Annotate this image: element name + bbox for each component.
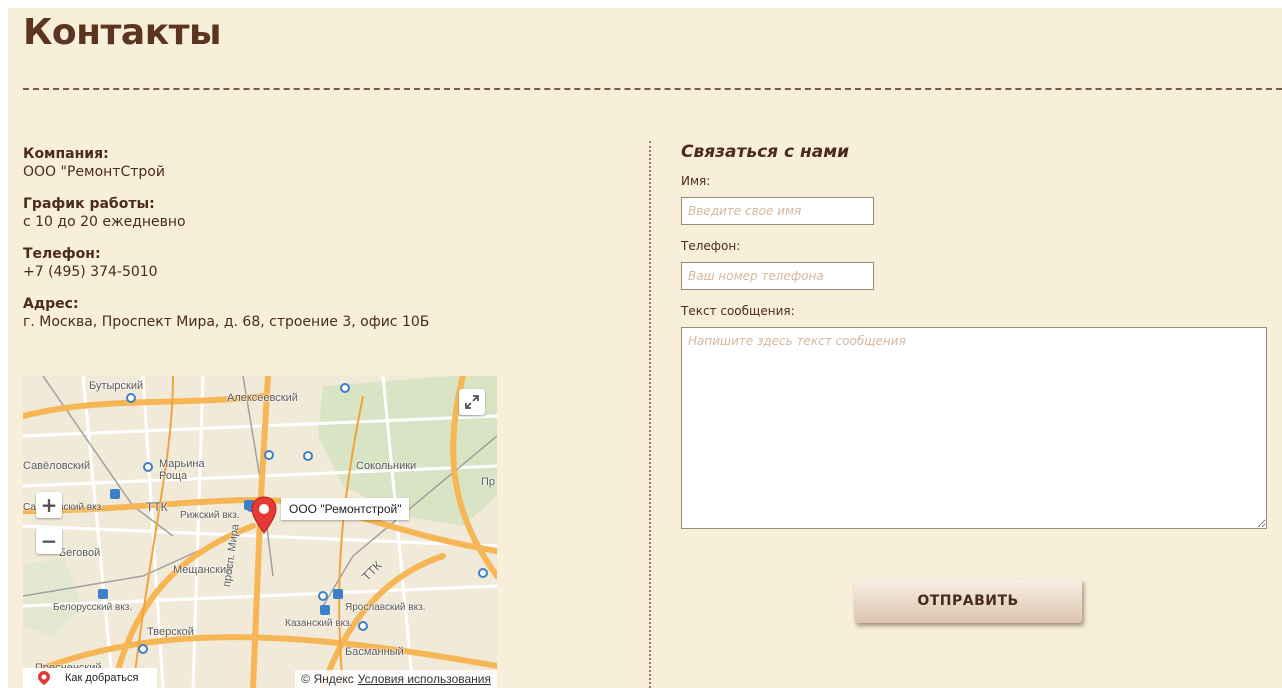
form-title: Связаться с нами bbox=[681, 142, 850, 162]
phone-input-label: Телефон: bbox=[681, 239, 741, 253]
address-block: Адрес: г. Москва, Проспект Мира, д. 68, … bbox=[23, 295, 623, 331]
address-value: г. Москва, Проспект Мира, д. 68, строени… bbox=[23, 314, 430, 330]
column-divider bbox=[649, 141, 651, 688]
expand-icon bbox=[465, 395, 479, 409]
map-label-begovoy: Беговой bbox=[59, 547, 101, 559]
message-textarea[interactable] bbox=[681, 327, 1267, 529]
map-label-tverskoy: Тверской bbox=[147, 626, 194, 638]
address-label: Адрес: bbox=[23, 296, 79, 312]
zoom-in-button[interactable]: + bbox=[36, 492, 62, 518]
map-label-marina-roscha: Марьина Роща bbox=[159, 458, 205, 482]
terms-link[interactable]: Условия использования bbox=[358, 672, 491, 686]
map-pin-label[interactable]: ООО "Ремонтстрой" bbox=[281, 498, 410, 520]
map-label-kazansky-vkz: Казанский вкз. bbox=[285, 618, 353, 629]
map-label-pr: Пр bbox=[481, 476, 496, 488]
map-label-alekseevsky: Алексеевский bbox=[227, 392, 298, 404]
phone-label: Телефон: bbox=[23, 246, 101, 262]
map-label-butyrsky: Бутырский bbox=[89, 380, 144, 392]
company-value: ООО "РемонтСтрой bbox=[23, 164, 165, 180]
map-label-sokolniki: Сокольники bbox=[356, 460, 417, 472]
header-divider bbox=[23, 88, 1282, 90]
map-label-savelovsky: Савёловский bbox=[23, 460, 91, 472]
page-title: Контакты bbox=[23, 12, 222, 53]
yandex-copyright: © Яндекс bbox=[301, 672, 354, 686]
message-label: Текст сообщения: bbox=[681, 304, 795, 318]
map-label-ttk1: ТТК bbox=[146, 500, 168, 514]
phone-block: Телефон: +7 (495) 374-5010 bbox=[23, 245, 623, 281]
submit-button[interactable]: ОТПРАВИТЬ bbox=[854, 579, 1082, 623]
contact-info: Компания: ООО "РемонтСтрой График работы… bbox=[23, 145, 623, 345]
map-label-yaroslavsky-vkz: Ярославский вкз. bbox=[345, 602, 426, 613]
map-pin-icon[interactable] bbox=[251, 496, 277, 534]
phone-input[interactable] bbox=[681, 262, 874, 290]
hours-block: График работы: с 10 до 20 ежедневно bbox=[23, 195, 623, 231]
contacts-page: Контакты Компания: ООО "РемонтСтрой Граф… bbox=[8, 8, 1282, 688]
zoom-out-button[interactable]: − bbox=[36, 528, 62, 554]
name-label: Имя: bbox=[681, 174, 711, 188]
map-label-basmanny: Басманный bbox=[345, 646, 404, 658]
route-pin-icon bbox=[38, 671, 50, 685]
map-attribution: © Яндекс Условия использования bbox=[295, 670, 497, 688]
map-label-belorussky-vkz: Белорусский вкз. bbox=[53, 602, 133, 613]
company-block: Компания: ООО "РемонтСтрой bbox=[23, 145, 623, 181]
company-label: Компания: bbox=[23, 146, 109, 162]
phone-value: +7 (495) 374-5010 bbox=[23, 264, 158, 280]
yandex-map[interactable]: Бутырский Алексеевский Савёловский Марьи… bbox=[23, 376, 497, 688]
name-input[interactable] bbox=[681, 197, 874, 225]
route-label: Как добраться bbox=[65, 672, 139, 684]
hours-label: График работы: bbox=[23, 196, 155, 212]
contact-form: Связаться с нами Имя: Телефон: Текст соо… bbox=[681, 142, 1271, 623]
fullscreen-button[interactable] bbox=[459, 389, 485, 415]
route-button[interactable]: Как добраться bbox=[23, 668, 157, 688]
hours-value: с 10 до 20 ежедневно bbox=[23, 214, 186, 230]
map-label-rizhsky-vkz: Рижский вкз. bbox=[180, 510, 240, 521]
